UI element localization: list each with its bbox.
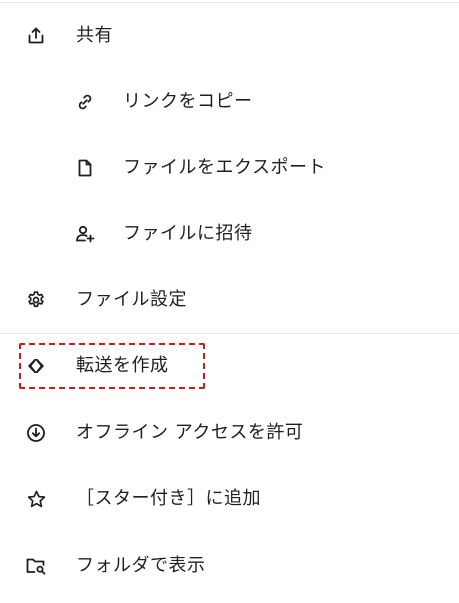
menu-item-label: フォルダで表示 [76, 555, 206, 576]
menu-item-label: 転送を作成 [76, 355, 169, 376]
menu-item-file-settings[interactable]: ファイル設定 [0, 275, 459, 325]
menu-item-create-transfer[interactable]: 転送を作成 [0, 341, 459, 391]
menu-item-offline-access[interactable]: オフライン アクセスを許可 [0, 408, 459, 458]
share-icon [25, 25, 47, 47]
menu-item-label: ファイル設定 [76, 289, 187, 310]
menu-item-label: ［スター付き］に追加 [76, 488, 261, 509]
star-icon [25, 488, 47, 510]
menu-item-label: リンクをコピー [123, 91, 253, 112]
menu-item-show-in-folder[interactable]: フォルダで表示 [0, 541, 459, 591]
gear-icon [25, 289, 47, 311]
section-divider [0, 333, 459, 334]
person-add-icon [74, 223, 96, 245]
menu-item-label: ファイルをエクスポート [123, 157, 326, 178]
menu-item-share[interactable]: 共有 [0, 11, 459, 61]
transfer-icon [25, 355, 47, 377]
menu-item-add-starred[interactable]: ［スター付き］に追加 [0, 474, 459, 524]
menu-item-copy-link[interactable]: リンクをコピー [0, 77, 459, 127]
menu-item-label: 共有 [76, 25, 113, 46]
file-icon [74, 157, 96, 179]
download-circle-icon [25, 422, 47, 444]
link-icon [74, 91, 96, 113]
menu-item-invite-file[interactable]: ファイルに招待 [0, 209, 459, 259]
top-divider [0, 2, 459, 3]
menu-item-label: ファイルに招待 [123, 223, 253, 244]
menu-item-label: オフライン アクセスを許可 [76, 422, 304, 443]
folder-search-icon [25, 555, 47, 577]
menu-item-export-file[interactable]: ファイルをエクスポート [0, 143, 459, 193]
